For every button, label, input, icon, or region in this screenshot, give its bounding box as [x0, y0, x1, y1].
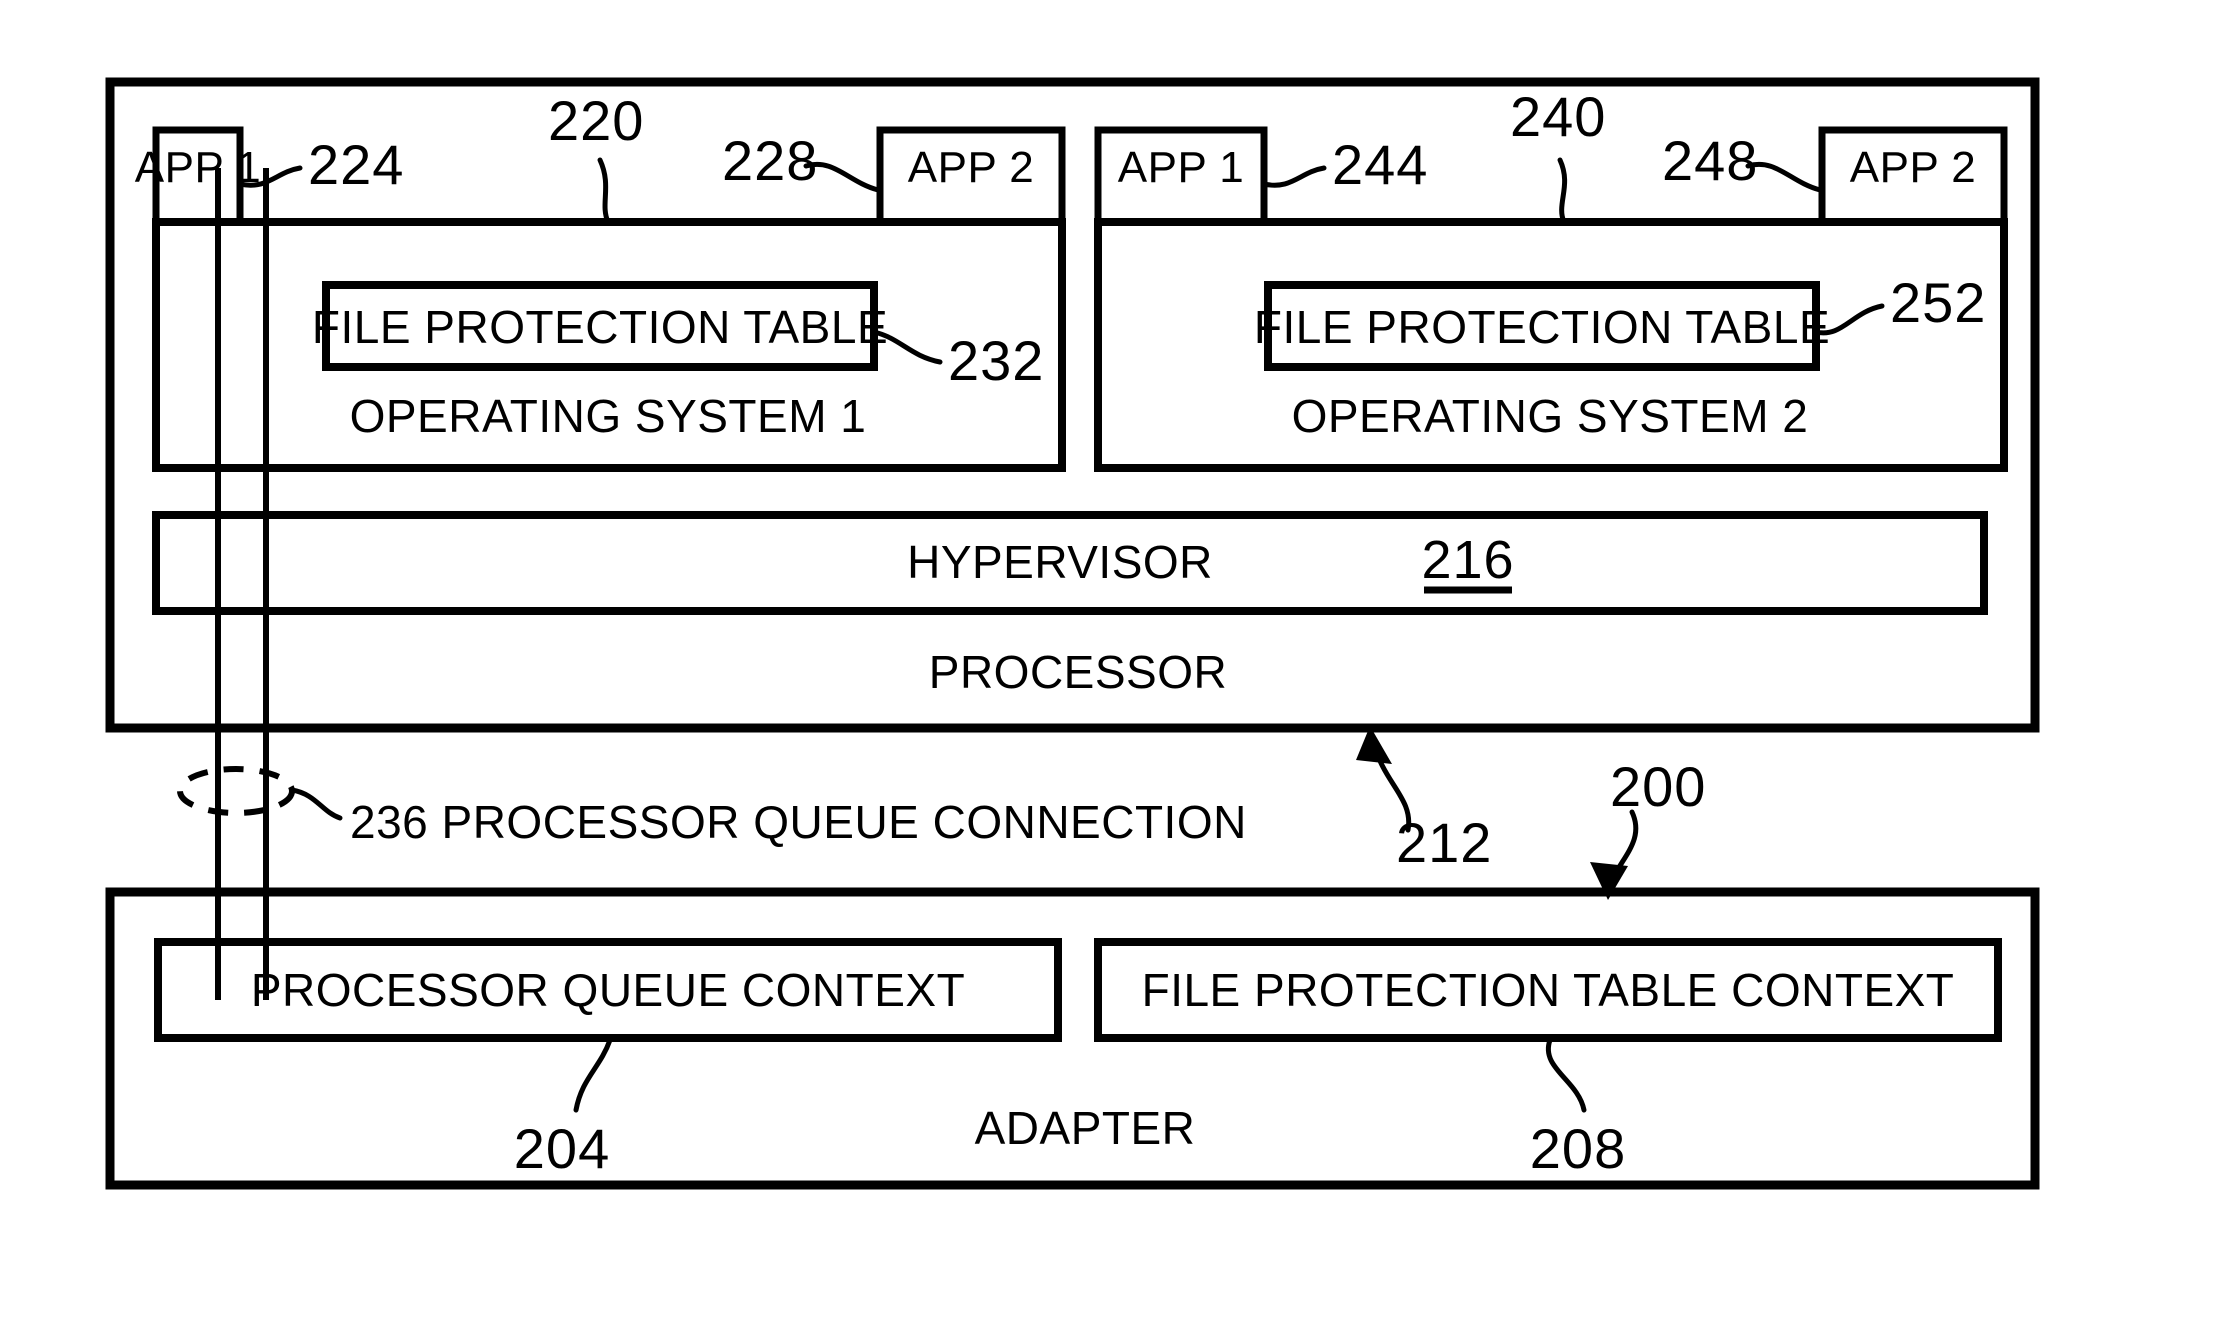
leader-248	[1745, 162, 1823, 193]
patent-figure: APP 1 APP 2 FILE PROTECTION TABLE OPERAT…	[0, 0, 2215, 1343]
ref-248-label: 248	[1662, 129, 1758, 192]
hypervisor-ref-label: 216	[1421, 530, 1514, 590]
os2-file-protection-table-label: FILE PROTECTION TABLE	[1254, 301, 1830, 353]
ref-220-label: 220	[548, 89, 644, 152]
leader-244	[1261, 165, 1327, 188]
file-protection-table-context-label: FILE PROTECTION TABLE CONTEXT	[1142, 964, 1955, 1016]
hypervisor-label: HYPERVISOR	[907, 536, 1213, 588]
processor-label: PROCESSOR	[929, 646, 1227, 698]
ref-252-label: 252	[1890, 271, 1986, 334]
processor-queue-connection-label: 236 PROCESSOR QUEUE CONNECTION	[350, 796, 1247, 848]
operating-system-2-label: OPERATING SYSTEM 2	[1292, 390, 1809, 442]
ref-228-label: 228	[722, 129, 818, 192]
leader-208	[1545, 1037, 1587, 1113]
ref-224-label: 224	[308, 133, 404, 196]
os2-app2-label: APP 2	[1850, 143, 1976, 192]
leader-220	[597, 157, 611, 225]
ref-200-label: 200	[1610, 755, 1706, 818]
adapter-label: ADAPTER	[975, 1102, 1196, 1154]
leader-204	[573, 1037, 613, 1113]
diagram-canvas: APP 1 APP 2 FILE PROTECTION TABLE OPERAT…	[105, 77, 2040, 1190]
ref-232-label: 232	[948, 329, 1044, 392]
ref-240-label: 240	[1510, 85, 1606, 148]
queue-connection-highlight-ellipse	[177, 766, 295, 816]
ref-204-label: 204	[514, 1117, 610, 1180]
processor-queue-context-label: PROCESSOR QUEUE CONTEXT	[251, 964, 965, 1016]
os2-app1-label: APP 1	[1118, 143, 1244, 192]
ref-208-label: 208	[1530, 1117, 1626, 1180]
os1-app2-label: APP 2	[908, 143, 1034, 192]
os1-file-protection-table-label: FILE PROTECTION TABLE	[312, 301, 888, 353]
operating-system-1-label: OPERATING SYSTEM 1	[350, 390, 867, 442]
ref-244-label: 244	[1332, 133, 1428, 196]
ref-212-label: 212	[1396, 811, 1492, 874]
leader-236	[289, 787, 343, 821]
leader-240	[1557, 157, 1568, 225]
